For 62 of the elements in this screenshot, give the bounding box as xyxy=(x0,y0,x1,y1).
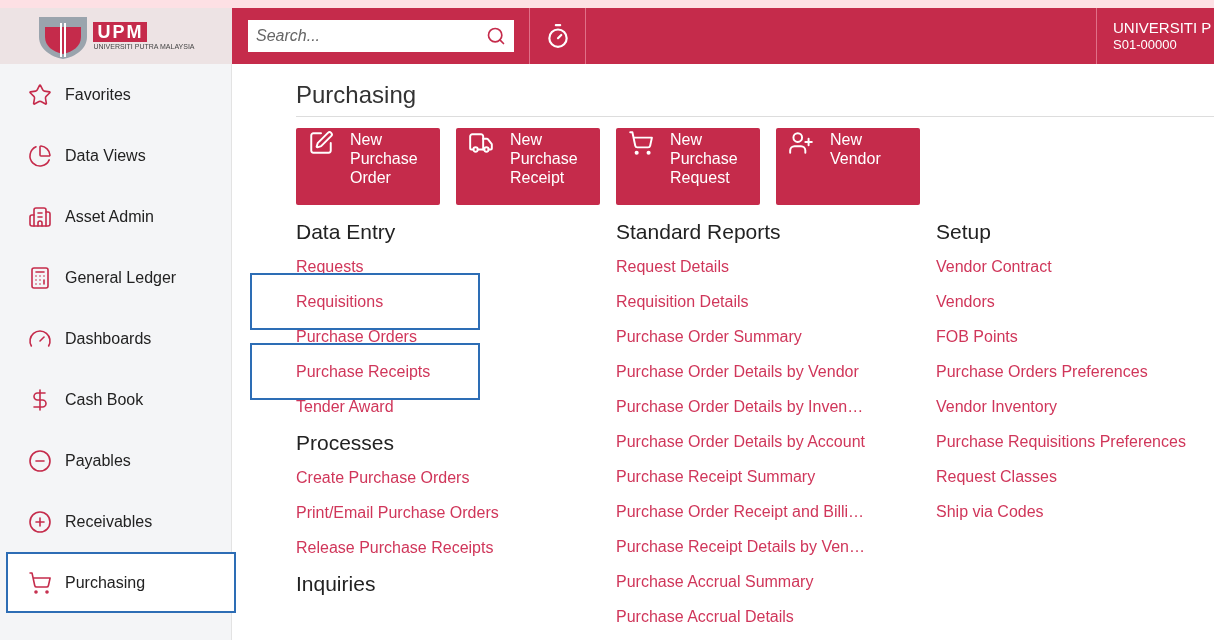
menu-link[interactable]: Vendor Contract xyxy=(936,254,1052,279)
sidebar-item[interactable]: Asset Admin xyxy=(6,186,236,247)
section-heading: Inquiries xyxy=(296,571,377,597)
menu-link[interactable]: FOB Points xyxy=(936,324,1018,349)
menu-link[interactable]: Purchase Order Details by Inven… xyxy=(616,394,864,419)
section-heading: Standard Reports xyxy=(616,219,782,245)
sidebar-item[interactable]: Favorites xyxy=(6,64,236,125)
calculator-icon xyxy=(28,265,52,290)
search-icon[interactable] xyxy=(486,26,506,46)
cart-icon xyxy=(628,130,654,156)
plus-circle-icon xyxy=(28,509,52,534)
account-code: S01-00000 xyxy=(1113,37,1178,53)
section-heading: Processes xyxy=(296,430,396,456)
minus-circle-icon xyxy=(28,448,52,473)
menu-link[interactable]: Create Purchase Orders xyxy=(296,465,470,490)
menu-link[interactable]: Ship via Codes xyxy=(936,499,1044,524)
truck-icon xyxy=(468,130,494,156)
page-title: Purchasing xyxy=(296,80,418,110)
menu-link[interactable]: Requisitions xyxy=(296,289,384,314)
sidebar-item[interactable]: Cash Book xyxy=(6,369,236,430)
star-icon xyxy=(28,82,52,107)
menu-link[interactable]: Purchase Order Summary xyxy=(616,324,802,349)
sidebar-item[interactable]: Receivables xyxy=(6,491,236,552)
add-user-icon xyxy=(788,130,814,156)
menu-link[interactable]: Request Details xyxy=(616,254,729,279)
section-heading: Setup xyxy=(936,219,992,245)
menu-link[interactable]: Tender Award xyxy=(296,394,394,419)
menu-link[interactable]: Vendor Inventory xyxy=(936,394,1057,419)
quick-action-button[interactable]: New Purchase Order xyxy=(296,128,440,205)
sidebar-item[interactable]: Data Views xyxy=(6,125,236,186)
pie-chart-icon xyxy=(28,143,52,168)
quick-action-button[interactable]: New Purchase Receipt xyxy=(456,128,600,205)
logo-mark: UPM xyxy=(93,21,148,42)
sidebar-item[interactable]: Payables xyxy=(6,430,236,491)
menu-link[interactable]: Request Classes xyxy=(936,464,1057,489)
quick-action-button[interactable]: New Vendor xyxy=(776,128,920,205)
menu-link[interactable]: Print/Email Purchase Orders xyxy=(296,500,499,525)
menu-link[interactable]: Purchase Accrual Details xyxy=(616,604,794,629)
section-heading: Data Entry xyxy=(296,219,397,245)
menu-link[interactable]: Requisition Details xyxy=(616,289,749,314)
cart-icon xyxy=(28,570,52,595)
menu-link[interactable]: Purchase Accrual Summary xyxy=(616,569,814,594)
menu-link[interactable]: Purchase Orders Preferences xyxy=(936,359,1148,384)
sidebar-item[interactable]: General Ledger xyxy=(6,247,236,308)
building-icon xyxy=(28,204,52,229)
menu-link[interactable]: Purchase Receipt Details by Ven… xyxy=(616,534,865,559)
menu-link[interactable]: Purchase Order Receipt and Billi… xyxy=(616,499,865,524)
menu-link[interactable]: Purchase Receipts xyxy=(296,359,431,384)
account-name[interactable]: UNIVERSITI P xyxy=(1113,19,1214,37)
quick-action-button[interactable]: New Purchase Request xyxy=(616,128,760,205)
menu-link[interactable]: Requests xyxy=(296,254,364,279)
menu-link[interactable]: Release Purchase Receipts xyxy=(296,535,494,560)
sidebar-item[interactable]: Purchasing xyxy=(6,552,236,613)
menu-link[interactable]: Purchase Order Details by Account xyxy=(616,429,865,454)
pen-square-icon xyxy=(308,130,334,156)
sidebar-item[interactable]: Dashboards xyxy=(6,308,236,369)
menu-link[interactable]: Purchase Order Details by Vendor xyxy=(616,359,859,384)
menu-link[interactable]: Purchase Orders xyxy=(296,324,417,349)
menu-link[interactable]: Purchase Requisitions Preferences xyxy=(936,429,1186,454)
menu-link[interactable]: Purchase Receipt Summary xyxy=(616,464,816,489)
search-field[interactable]: Search... xyxy=(248,20,514,52)
menu-link[interactable]: Vendors xyxy=(936,289,995,314)
